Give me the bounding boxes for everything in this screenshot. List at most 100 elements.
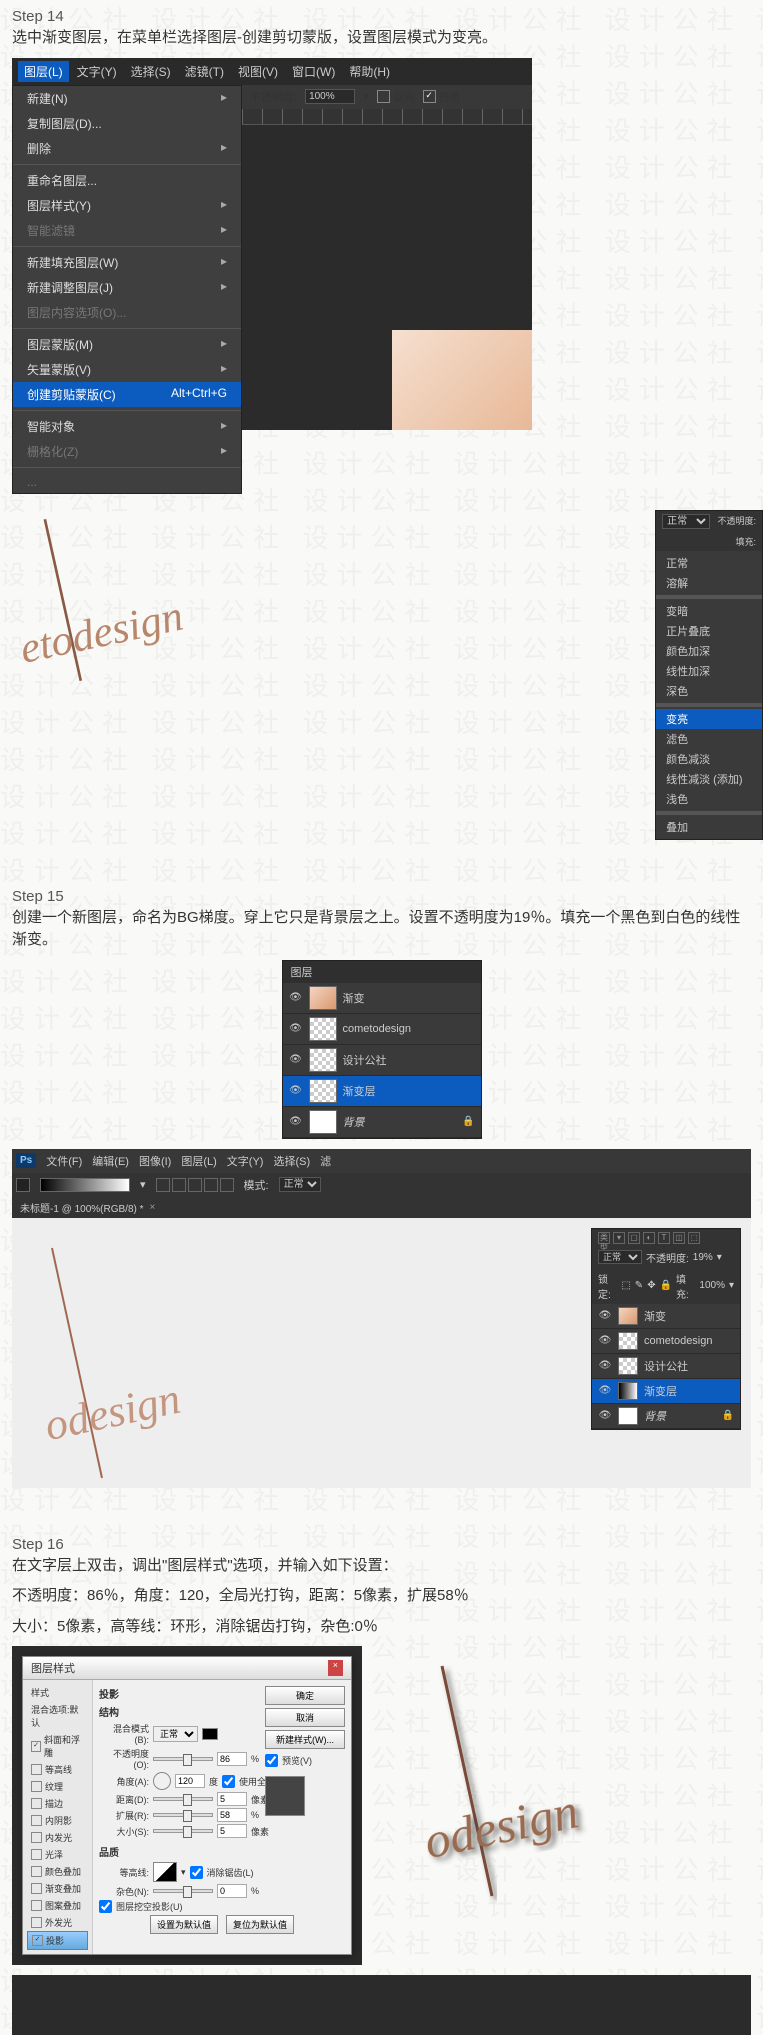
style-innerglow[interactable]: 内发光 — [27, 1829, 88, 1846]
blendmode-select[interactable]: 正常 — [153, 1726, 198, 1742]
blend-multiply[interactable]: 正片叠底 — [656, 621, 762, 641]
opacity-value[interactable]: 19% — [693, 1252, 713, 1263]
angle-dial[interactable] — [153, 1772, 171, 1790]
dd-copy[interactable]: 复制图层(D)... — [13, 111, 241, 136]
menu-type[interactable]: 文字(Y) — [71, 61, 123, 82]
dd-rename[interactable]: 重命名图层... — [13, 168, 241, 193]
mode-select[interactable]: 正常 — [279, 1177, 321, 1192]
close-icon[interactable]: × — [328, 1660, 343, 1676]
eye-icon[interactable] — [598, 1334, 612, 1348]
noise-input[interactable] — [217, 1884, 247, 1898]
dd-new[interactable]: 新建(N) — [13, 86, 241, 111]
layer-gradlayer[interactable]: 渐变层 — [283, 1076, 481, 1107]
style-dropshadow[interactable]: 投影 — [27, 1931, 88, 1950]
chk-dither[interactable]: 仿色 — [423, 89, 461, 105]
filter-icon[interactable]: ◐ — [643, 1232, 655, 1244]
opacity-slider[interactable] — [153, 1757, 213, 1761]
style-coloroverlay[interactable]: 颜色叠加 — [27, 1863, 88, 1880]
menu-help[interactable]: 帮助(H) — [343, 61, 396, 82]
resetdefault-button[interactable]: 复位为默认值 — [226, 1915, 294, 1934]
noise-slider[interactable] — [153, 1889, 213, 1893]
blend-dissolve[interactable]: 溶解 — [656, 573, 762, 593]
filter-icon[interactable]: T — [658, 1232, 670, 1244]
style-styles[interactable]: 样式 — [27, 1684, 88, 1701]
newstyle-button[interactable]: 新建样式(W)... — [265, 1730, 345, 1749]
color-swatch[interactable] — [202, 1728, 218, 1740]
menu-image[interactable]: 图像(I) — [139, 1153, 171, 1169]
chk-reverse[interactable]: 反向 — [377, 89, 415, 105]
distance-input[interactable] — [217, 1792, 247, 1806]
setdefault-button[interactable]: 设置为默认值 — [150, 1915, 218, 1934]
layer-row[interactable]: 渐变 — [592, 1304, 740, 1329]
style-satin[interactable]: 光泽 — [27, 1846, 88, 1863]
blend-normal[interactable]: 正常 — [656, 553, 762, 573]
dd-clipmask[interactable]: 创建剪贴蒙版(C)Alt+Ctrl+G — [13, 382, 241, 407]
spread-input[interactable] — [217, 1808, 247, 1822]
preview-chk[interactable] — [265, 1754, 278, 1767]
fill-value[interactable]: 100% — [699, 1280, 725, 1291]
dd-newfill[interactable]: 新建填充图层(W) — [13, 250, 241, 275]
blend-colordodge[interactable]: 颜色减淡 — [656, 749, 762, 769]
style-innershadow[interactable]: 内阴影 — [27, 1812, 88, 1829]
menu-select[interactable]: 选择(S) — [125, 61, 177, 82]
dd-style[interactable]: 图层样式(Y) — [13, 193, 241, 218]
menu-filter2[interactable]: 滤 — [320, 1153, 331, 1169]
menu-filter[interactable]: 滤镜(T) — [179, 61, 230, 82]
menu-type2[interactable]: 文字(Y) — [227, 1153, 264, 1169]
style-gradoverlay[interactable]: 渐变叠加 — [27, 1880, 88, 1897]
global-chk[interactable] — [222, 1775, 235, 1788]
angle-input[interactable] — [175, 1774, 205, 1788]
tool-icon[interactable] — [16, 1178, 30, 1192]
blend-overlay[interactable]: 叠加 — [656, 817, 762, 837]
doc-tab[interactable]: 未标题-1 @ 100%(RGB/8) *× — [12, 1197, 751, 1218]
blend-lighter[interactable]: 浅色 — [656, 789, 762, 809]
gradient-bar[interactable] — [40, 1178, 130, 1192]
opacity-input[interactable] — [217, 1752, 247, 1766]
dd-layermask[interactable]: 图层蒙版(M) — [13, 332, 241, 357]
filter-icon[interactable]: ▢ — [628, 1232, 640, 1244]
style-outerglow[interactable]: 外发光 — [27, 1914, 88, 1931]
opacity-input[interactable] — [305, 89, 355, 104]
blend-lineardodge[interactable]: 线性减淡 (添加) — [656, 769, 762, 789]
size-input[interactable] — [217, 1824, 247, 1838]
eye-icon[interactable] — [598, 1409, 612, 1423]
style-stroke[interactable]: 描边 — [27, 1795, 88, 1812]
antialias-chk[interactable] — [190, 1866, 203, 1879]
eye-icon[interactable] — [289, 1084, 303, 1098]
layer-row[interactable]: 设计公社 — [592, 1354, 740, 1379]
lock-icon[interactable]: ⬚ — [621, 1280, 630, 1291]
menu-file[interactable]: 文件(F) — [46, 1153, 82, 1169]
style-patternoverlay[interactable]: 图案叠加 — [27, 1897, 88, 1914]
blend-screen[interactable]: 滤色 — [656, 729, 762, 749]
filter-icon[interactable]: ⬚ — [688, 1232, 700, 1244]
blend-linearburn[interactable]: 线性加深 — [656, 661, 762, 681]
eye-icon[interactable] — [289, 1022, 303, 1036]
menu-layer[interactable]: 图层(L) — [18, 61, 69, 82]
layers-tab[interactable]: 图层 — [283, 961, 481, 983]
knockout-chk[interactable] — [99, 1900, 112, 1913]
menu-select2[interactable]: 选择(S) — [273, 1153, 310, 1169]
layer-row[interactable]: 背景🔒 — [592, 1404, 740, 1429]
blend-lighten[interactable]: 变亮 — [656, 709, 762, 729]
size-slider[interactable] — [153, 1829, 213, 1833]
spread-slider[interactable] — [153, 1813, 213, 1817]
blend-darker[interactable]: 深色 — [656, 681, 762, 701]
grad-type-icon[interactable] — [172, 1178, 186, 1192]
lock-icon[interactable]: ✥ — [647, 1280, 655, 1291]
dd-delete[interactable]: 删除 — [13, 136, 241, 161]
grad-type-icon[interactable] — [220, 1178, 234, 1192]
eye-icon[interactable] — [289, 991, 303, 1005]
layer-row[interactable]: cometodesign — [592, 1329, 740, 1354]
style-contour[interactable]: 等高线 — [27, 1761, 88, 1778]
layer-bg[interactable]: 背景🔒 — [283, 1107, 481, 1138]
layer-row[interactable]: 渐变层 — [592, 1379, 740, 1404]
dd-newadj[interactable]: 新建调整图层(J) — [13, 275, 241, 300]
eye-icon[interactable] — [289, 1115, 303, 1129]
lock-icon[interactable]: 🔒 — [660, 1280, 672, 1291]
filter-icon[interactable]: ◫ — [673, 1232, 685, 1244]
menu-view[interactable]: 视图(V) — [232, 61, 284, 82]
ok-button[interactable]: 确定 — [265, 1686, 345, 1705]
layer-grad[interactable]: 渐变 — [283, 983, 481, 1014]
style-blend[interactable]: 混合选项:默认 — [27, 1701, 88, 1731]
dd-vectormask[interactable]: 矢量蒙版(V) — [13, 357, 241, 382]
